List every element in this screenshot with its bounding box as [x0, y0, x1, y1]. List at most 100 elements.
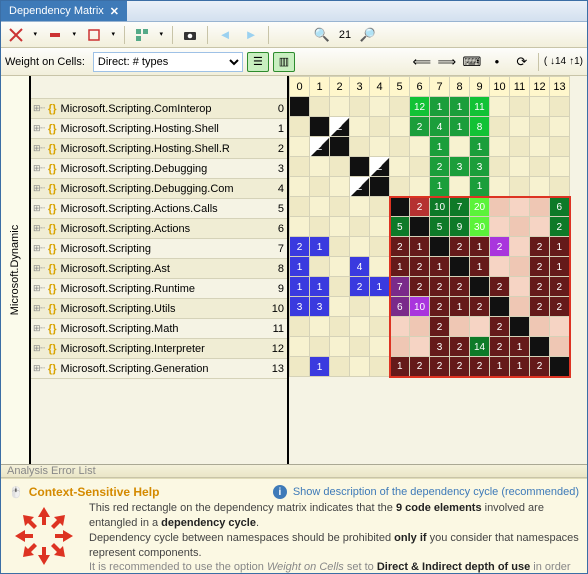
matrix-cell[interactable]	[550, 357, 570, 377]
matrix-cell[interactable]: 1	[430, 257, 450, 277]
matrix-cell[interactable]: 3	[430, 337, 450, 357]
matrix-cell[interactable]	[390, 317, 410, 337]
help-link[interactable]: Show description of the dependency cycle…	[293, 486, 579, 498]
matrix-cell[interactable]: 8	[470, 117, 490, 137]
matrix-cell[interactable]: 2	[490, 317, 510, 337]
matrix-cell[interactable]: 4	[430, 117, 450, 137]
matrix-cell[interactable]	[350, 197, 370, 217]
matrix-cell[interactable]: 2	[450, 277, 470, 297]
matrix-cell[interactable]	[370, 117, 390, 137]
matrix-cell[interactable]: 1	[450, 117, 470, 137]
matrix-cell[interactable]: 2	[410, 277, 430, 297]
keyboard-button[interactable]: ⌨	[461, 51, 483, 73]
matrix-cell[interactable]	[350, 357, 370, 377]
matrix-cell[interactable]: 7	[450, 197, 470, 217]
matrix-cell[interactable]: 2	[530, 237, 550, 257]
matrix-cell[interactable]: 2	[310, 137, 330, 157]
matrix-cell[interactable]: 2	[350, 277, 370, 297]
matrix-cell[interactable]	[490, 97, 510, 117]
matrix-cell[interactable]	[490, 137, 510, 157]
matrix-cell[interactable]: 1	[550, 237, 570, 257]
analysis-error-list-bar[interactable]: Analysis Error List	[1, 465, 587, 478]
matrix-cell[interactable]	[330, 197, 350, 217]
matrix-cell[interactable]: 1	[450, 97, 470, 117]
matrix-cell[interactable]	[510, 317, 530, 337]
layout-button[interactable]	[131, 24, 166, 46]
matrix-cell[interactable]: 1	[550, 257, 570, 277]
matrix-cell[interactable]	[530, 137, 550, 157]
matrix-cell[interactable]: 2	[530, 297, 550, 317]
matrix-cell[interactable]: 2	[410, 197, 430, 217]
matrix-cell[interactable]	[390, 177, 410, 197]
matrix-cell[interactable]	[430, 237, 450, 257]
right-align-button[interactable]: ⟹	[436, 51, 458, 73]
matrix-cell[interactable]	[390, 117, 410, 137]
matrix-cell[interactable]: 5	[390, 217, 410, 237]
matrix-cell[interactable]: 2	[530, 357, 550, 377]
matrix-cell[interactable]	[290, 197, 310, 217]
matrix-cell[interactable]	[350, 157, 370, 177]
matrix-cell[interactable]	[370, 237, 390, 257]
row-header[interactable]: ⊞┈{}Microsoft.Scripting.ComInterop0	[31, 99, 287, 119]
matrix-cell[interactable]	[490, 177, 510, 197]
matrix-cell[interactable]	[410, 337, 430, 357]
matrix-cell[interactable]	[510, 117, 530, 137]
matrix-cell[interactable]	[330, 357, 350, 377]
matrix-cell[interactable]	[310, 257, 330, 277]
matrix-cell[interactable]	[350, 237, 370, 257]
matrix-cell[interactable]	[390, 97, 410, 117]
zoom-out-button[interactable]: 🔍	[311, 24, 333, 46]
row-header[interactable]: ⊞┈{}Microsoft.Scripting.Actions.Calls5	[31, 199, 287, 219]
matrix-cell[interactable]	[330, 237, 350, 257]
weight-select[interactable]: Direct: # types	[93, 52, 243, 72]
matrix-cell[interactable]	[370, 257, 390, 277]
row-header[interactable]: ⊞┈{}Microsoft.Scripting.Debugging3	[31, 159, 287, 179]
matrix-cell[interactable]: 14	[470, 337, 490, 357]
matrix-cell[interactable]: 1	[310, 357, 330, 377]
matrix-cell[interactable]	[450, 137, 470, 157]
matrix-cell[interactable]	[330, 177, 350, 197]
row-header[interactable]: ⊞┈{}Microsoft.Scripting.Hosting.Shell.R2	[31, 139, 287, 159]
matrix-cell[interactable]	[330, 297, 350, 317]
matrix-cell[interactable]	[290, 177, 310, 197]
matrix-cell[interactable]	[490, 117, 510, 137]
matrix-cell[interactable]	[330, 337, 350, 357]
col-header[interactable]: 0	[290, 77, 310, 97]
matrix-cell[interactable]	[530, 177, 550, 197]
matrix-cell[interactable]	[550, 317, 570, 337]
matrix-cell[interactable]	[390, 337, 410, 357]
left-align-button[interactable]: ⟸	[411, 51, 433, 73]
matrix-cell[interactable]	[510, 137, 530, 157]
matrix-cell[interactable]	[490, 257, 510, 277]
tree-expand-icon[interactable]: ⊞┈	[33, 163, 44, 174]
col-header[interactable]: 12	[530, 77, 550, 97]
matrix-cell[interactable]: 2	[350, 177, 370, 197]
matrix-cell[interactable]: 2	[430, 277, 450, 297]
col-header[interactable]: 4	[370, 77, 390, 97]
matrix-cell[interactable]: 2	[390, 237, 410, 257]
matrix-cell[interactable]	[410, 157, 430, 177]
matrix-cell[interactable]: 1	[470, 237, 490, 257]
matrix-cell[interactable]: 2	[550, 297, 570, 317]
matrix-cell[interactable]	[310, 217, 330, 237]
matrix-cell[interactable]	[310, 317, 330, 337]
matrix-cell[interactable]: 2	[470, 357, 490, 377]
matrix-cell[interactable]	[550, 177, 570, 197]
col-header[interactable]: 9	[470, 77, 490, 97]
matrix-cell[interactable]: 1	[390, 357, 410, 377]
tree-expand-icon[interactable]: ⊞┈	[33, 363, 44, 374]
tab-dependency-matrix[interactable]: Dependency Matrix ✕	[1, 1, 127, 21]
matrix-cell[interactable]	[310, 177, 330, 197]
zoom-in-button[interactable]: 🔎	[357, 24, 379, 46]
matrix-cell[interactable]	[410, 317, 430, 337]
matrix-cell[interactable]	[370, 217, 390, 237]
matrix-cell[interactable]: 1	[430, 97, 450, 117]
matrix-cell[interactable]: 1	[430, 137, 450, 157]
matrix-cell[interactable]	[330, 277, 350, 297]
nav-fwd-button[interactable]: ►	[240, 24, 262, 46]
matrix-cell[interactable]: 3	[470, 157, 490, 177]
snapshot-button[interactable]	[179, 24, 201, 46]
matrix-cell[interactable]	[470, 317, 490, 337]
matrix-cell[interactable]	[290, 157, 310, 177]
matrix-cell[interactable]	[310, 197, 330, 217]
